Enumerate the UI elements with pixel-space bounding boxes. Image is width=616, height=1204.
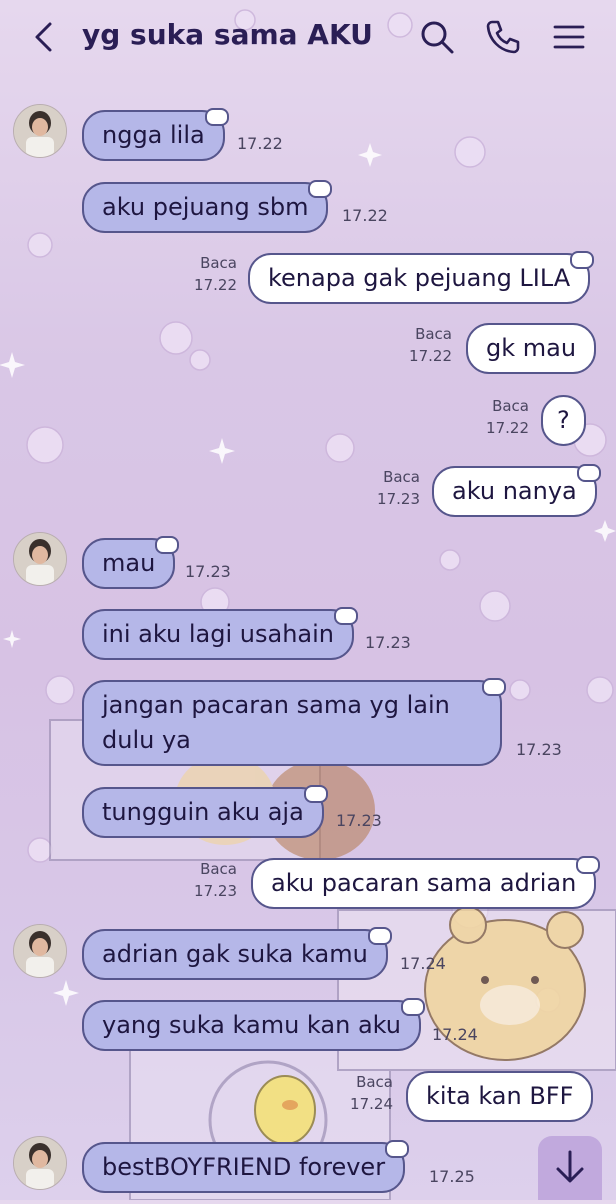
message-time: 17.24 bbox=[432, 1025, 478, 1044]
message-text: tungguin aku aja bbox=[102, 798, 304, 826]
search-icon[interactable] bbox=[418, 18, 456, 56]
avatar[interactable] bbox=[13, 532, 67, 586]
avatar[interactable] bbox=[13, 924, 67, 978]
message-time: 17.22 bbox=[194, 276, 237, 294]
read-receipt: Baca 17.22 bbox=[185, 252, 237, 296]
message-text: ini aku lagi usahain bbox=[102, 620, 335, 648]
message-time: 17.22 bbox=[486, 419, 529, 437]
message-time: 17.23 bbox=[365, 633, 411, 652]
bubble-ornament bbox=[576, 856, 601, 874]
scroll-to-bottom-button[interactable] bbox=[538, 1136, 602, 1200]
message-bubble[interactable]: aku nanya bbox=[432, 464, 601, 517]
message-bubble[interactable]: gk mau bbox=[466, 323, 597, 374]
message-text: aku nanya bbox=[452, 477, 577, 505]
message-text: bestBOYFRIEND forever bbox=[102, 1153, 386, 1181]
message-time: 17.22 bbox=[409, 347, 452, 365]
bubble-ornament bbox=[367, 927, 392, 945]
message-time: 17.24 bbox=[400, 954, 446, 973]
message-time: 17.25 bbox=[429, 1167, 475, 1186]
bubble-ornament bbox=[204, 108, 229, 126]
bubble-ornament bbox=[308, 180, 333, 198]
read-status: Baca bbox=[383, 468, 420, 486]
message-time: 17.23 bbox=[194, 882, 237, 900]
message-text: aku pejuang sbm bbox=[102, 193, 309, 221]
message-text: ? bbox=[557, 406, 570, 434]
message-time: 17.23 bbox=[516, 740, 562, 759]
bubble-ornament bbox=[334, 607, 359, 625]
message-bubble[interactable]: kenapa gak pejuang LILA bbox=[248, 251, 595, 304]
bubble-ornament bbox=[401, 998, 426, 1016]
message-time: 17.23 bbox=[336, 811, 382, 830]
message-text: aku pacaran sama adrian bbox=[271, 869, 577, 897]
message-bubble[interactable]: jangan pacaran sama yg lain dulu ya bbox=[82, 678, 506, 766]
message-time: 17.22 bbox=[237, 134, 283, 153]
message-bubble[interactable]: ngga lila bbox=[82, 108, 229, 161]
bubble-ornament bbox=[303, 785, 328, 803]
message-text: mau bbox=[102, 549, 156, 577]
message-bubble[interactable]: aku pejuang sbm bbox=[82, 180, 333, 233]
read-receipt: Baca 17.22 bbox=[477, 395, 529, 439]
message-bubble[interactable]: aku pacaran sama adrian bbox=[251, 856, 601, 909]
chat-title: yg suka sama AKU bbox=[82, 18, 373, 51]
read-status: Baca bbox=[356, 1073, 393, 1091]
message-time: 17.23 bbox=[377, 490, 420, 508]
message-text: gk mau bbox=[486, 334, 577, 362]
read-status: Baca bbox=[492, 397, 529, 415]
read-status: Baca bbox=[200, 860, 237, 878]
read-receipt: Baca 17.23 bbox=[185, 858, 237, 902]
message-text: kita kan BFF bbox=[426, 1082, 574, 1110]
read-status: Baca bbox=[415, 325, 452, 343]
message-bubble[interactable]: adrian gak suka kamu bbox=[82, 927, 392, 980]
message-text: adrian gak suka kamu bbox=[102, 940, 368, 968]
bubble-ornament bbox=[155, 536, 180, 554]
message-text-line: dulu ya bbox=[102, 726, 191, 754]
call-icon[interactable] bbox=[484, 18, 522, 56]
message-time: 17.23 bbox=[185, 562, 231, 581]
read-receipt: Baca 17.24 bbox=[341, 1071, 393, 1115]
bubble-ornament bbox=[385, 1140, 410, 1158]
message-bubble[interactable]: kita kan BFF bbox=[406, 1071, 594, 1122]
message-text: yang suka kamu kan aku bbox=[102, 1011, 402, 1039]
avatar[interactable] bbox=[13, 1136, 67, 1190]
read-status: Baca bbox=[200, 254, 237, 272]
read-receipt: Baca 17.22 bbox=[400, 323, 452, 367]
message-bubble[interactable]: ? bbox=[541, 395, 586, 446]
bubble-ornament bbox=[570, 251, 595, 269]
message-text: ngga lila bbox=[102, 121, 205, 149]
menu-icon[interactable] bbox=[550, 18, 588, 56]
message-text: kenapa gak pejuang LILA bbox=[268, 264, 571, 292]
message-bubble[interactable]: yang suka kamu kan aku bbox=[82, 998, 426, 1051]
message-bubble[interactable]: tungguin aku aja bbox=[82, 785, 328, 838]
chat-header: yg suka sama AKU bbox=[0, 0, 616, 76]
bubble-ornament bbox=[576, 464, 601, 482]
avatar[interactable] bbox=[13, 104, 67, 158]
arrow-down-icon bbox=[556, 1150, 584, 1183]
bubble-ornament bbox=[482, 678, 506, 696]
read-receipt: Baca 17.23 bbox=[368, 466, 420, 510]
message-bubble[interactable]: mau bbox=[82, 536, 180, 589]
back-icon[interactable] bbox=[28, 20, 62, 54]
message-time: 17.24 bbox=[350, 1095, 393, 1113]
message-text-line: jangan pacaran sama yg lain bbox=[102, 691, 450, 719]
message-time: 17.22 bbox=[342, 206, 388, 225]
message-bubble[interactable]: bestBOYFRIEND forever bbox=[82, 1140, 410, 1193]
message-bubble[interactable]: ini aku lagi usahain bbox=[82, 607, 359, 660]
